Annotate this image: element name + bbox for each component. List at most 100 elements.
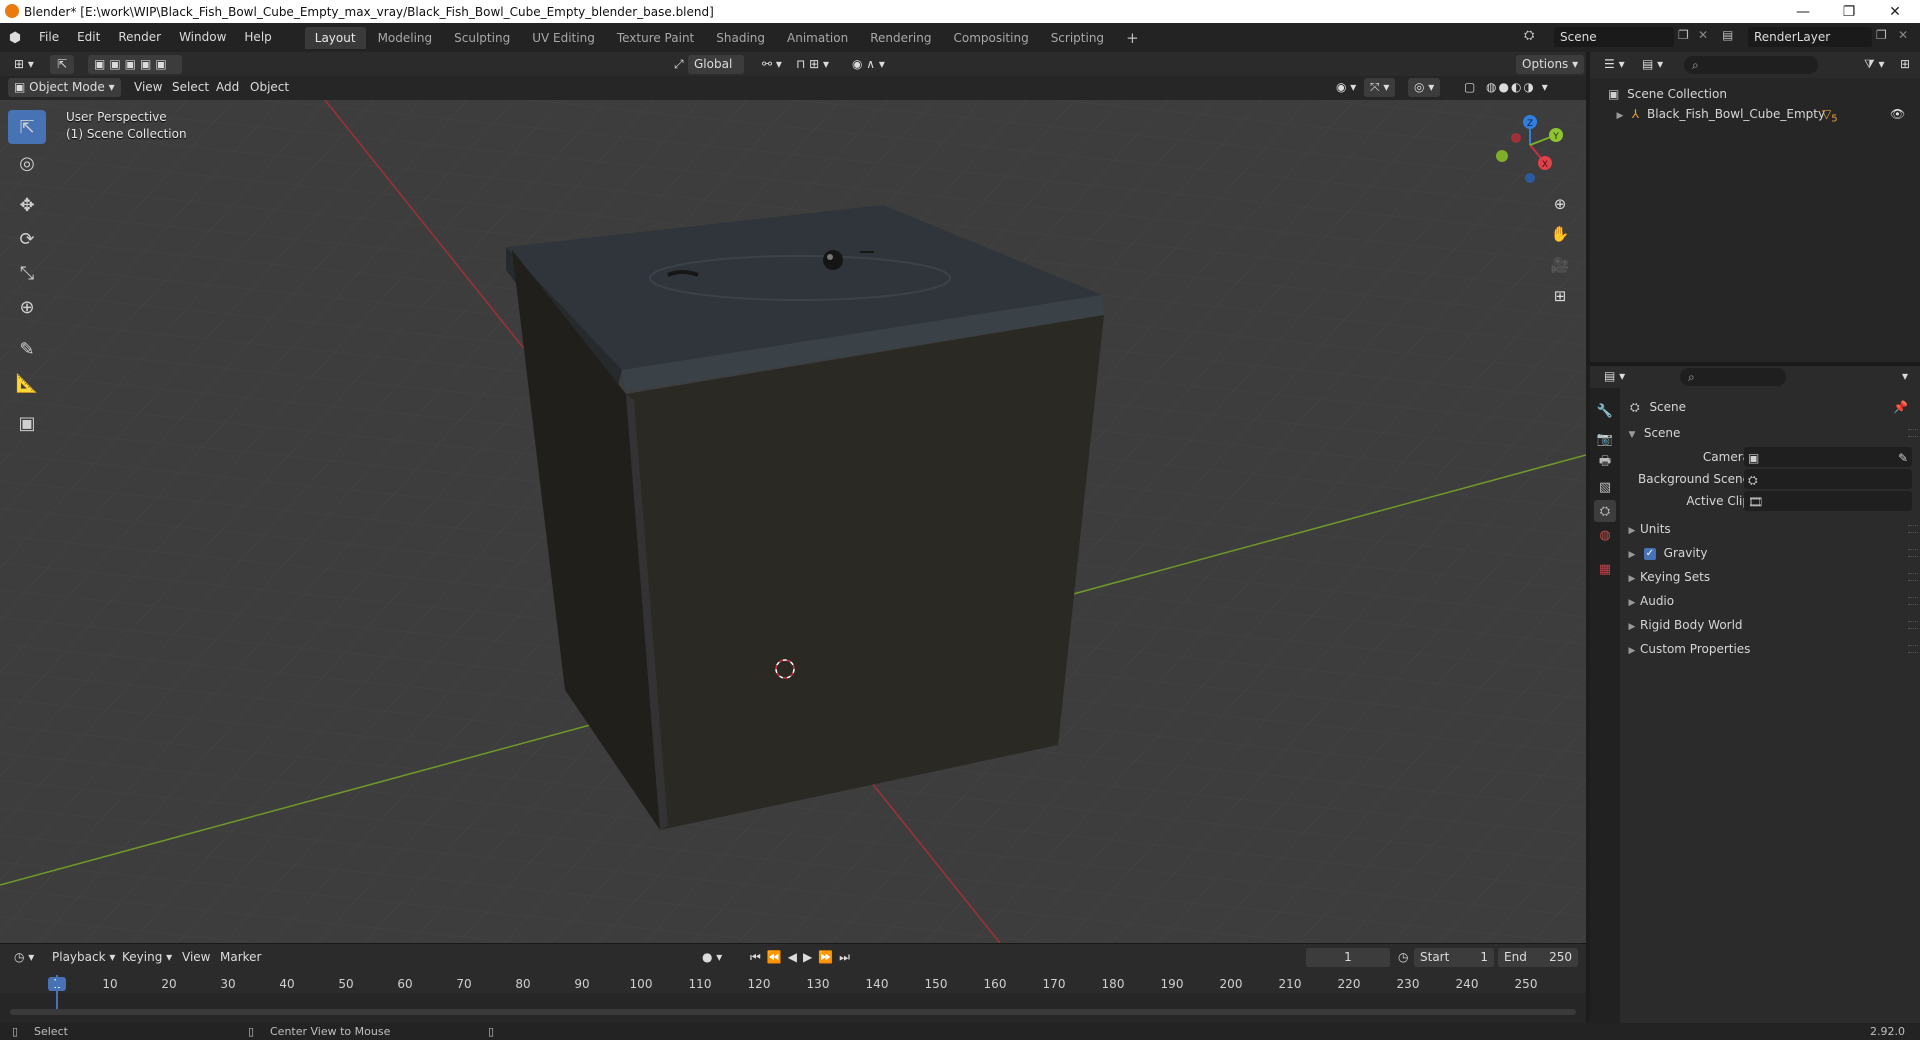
new-collection-icon[interactable]: ⊞ — [1894, 55, 1916, 74]
outliner[interactable]: ▣ Scene Collection ▶ ⅄ Black_Fish_Bowl_C… — [1590, 78, 1920, 362]
tab-modeling[interactable]: Modeling — [368, 27, 443, 49]
playback-controls-icons[interactable]: ⏮⏪◀▶⏩⏭ — [744, 948, 862, 967]
transform-icon[interactable]: ⊕ — [8, 290, 46, 324]
camera-view-icon[interactable]: 🎥 — [1546, 251, 1574, 279]
output-tab-icon[interactable]: 🖶 — [1594, 452, 1616, 474]
menu-timeline-view[interactable]: View — [176, 948, 216, 967]
outliner-row-empty[interactable]: ▶ ⅄ Black_Fish_Bowl_Cube_Empty ▽5 👁 — [1612, 104, 1912, 124]
panel-scene-header[interactable]: ▼ Scene — [1620, 422, 1920, 444]
current-frame-field[interactable]: 1 — [1306, 948, 1390, 967]
shading-mode-icons[interactable]: ◍●◐◑ ▾ — [1480, 78, 1556, 97]
frame-ruler[interactable]: 1102030405060708090100110120130140150160… — [0, 971, 1586, 993]
tab-texture-paint[interactable]: Texture Paint — [607, 27, 704, 49]
panel-keying-sets[interactable]: ▶ Keying Sets — [1620, 566, 1920, 588]
scene-selector[interactable]: Scene — [1554, 27, 1674, 47]
blender-menu-icon[interactable]: ⬢ — [0, 30, 30, 46]
menu-help[interactable]: Help — [235, 23, 280, 52]
proportional-edit-icon[interactable]: ◉ ∧ ▾ — [846, 55, 891, 74]
gizmo-toggle-icon[interactable]: ⤧ ▾ — [1364, 78, 1396, 97]
render-layer-selector[interactable]: RenderLayer — [1748, 27, 1872, 47]
object-name[interactable]: Black_Fish_Bowl_Cube_Empty — [1647, 107, 1825, 121]
object-mode-select[interactable]: ▣ Object Mode ▾ — [8, 78, 121, 97]
snap-icon[interactable]: ⊓ ⊞ ▾ — [790, 55, 835, 74]
menu-view[interactable]: View — [128, 78, 168, 97]
pin-icon[interactable]: 📌 — [1893, 396, 1908, 418]
editor-type-icon[interactable]: ⊞ ▾ — [8, 55, 40, 74]
start-frame-field[interactable]: Start 1 — [1414, 948, 1494, 967]
timeline-editor-icon[interactable]: ◷ ▾ — [8, 948, 40, 967]
properties-editor-icon[interactable]: ▤ ▾ — [1598, 367, 1631, 386]
visibility-icon[interactable]: ◉ ▾ — [1330, 78, 1362, 97]
scene-tab-icon[interactable]: ⛭ — [1594, 500, 1616, 522]
restore-button[interactable]: ❐ — [1826, 0, 1872, 23]
tab-layout[interactable]: Layout — [304, 26, 366, 49]
move-icon[interactable]: ✥ — [8, 188, 46, 222]
tab-sculpting[interactable]: Sculpting — [444, 27, 520, 49]
pan-hand-icon[interactable]: ✋ — [1546, 220, 1574, 248]
active-clip-field[interactable]: 🎞 — [1744, 491, 1912, 511]
panel-custom-properties[interactable]: ▶ Custom Properties — [1620, 638, 1920, 660]
tool-tab-icon[interactable]: 🔧 — [1594, 400, 1616, 422]
zoom-icon[interactable]: ⊕ — [1546, 190, 1574, 218]
filter-icon[interactable]: ⧩ ▾ — [1858, 55, 1891, 74]
expand-arrow-icon[interactable]: ▶ — [1612, 106, 1628, 126]
add-workspace-button[interactable]: + — [1116, 27, 1149, 49]
ortho-grid-icon[interactable]: ⊞ — [1546, 282, 1574, 310]
rotate-icon[interactable]: ⟳ — [8, 222, 46, 256]
delete-layer-icon[interactable]: ✕ — [1898, 28, 1908, 42]
add-cube-icon[interactable]: ▣ — [8, 406, 46, 440]
background-scene-field[interactable]: ⛭ — [1744, 469, 1912, 489]
render-layer-icon[interactable]: ▤ — [1722, 28, 1733, 42]
menu-add[interactable]: Add — [210, 78, 245, 97]
outliner-search-input[interactable]: ⌕ — [1684, 56, 1818, 74]
menu-object[interactable]: Object — [244, 78, 295, 97]
panel-gravity[interactable]: ▶ ✓ Gravity — [1620, 542, 1920, 564]
texture-tab-icon[interactable]: ▦ — [1594, 558, 1616, 580]
panel-rigid-body-world[interactable]: ▶ Rigid Body World — [1620, 614, 1920, 636]
tab-compositing[interactable]: Compositing — [943, 27, 1038, 49]
timeline-area[interactable]: 1102030405060708090100110120130140150160… — [0, 971, 1586, 1023]
options-button[interactable]: Options ▾ — [1516, 55, 1585, 74]
world-tab-icon[interactable]: ◍ — [1594, 524, 1616, 546]
tab-shading[interactable]: Shading — [706, 27, 775, 49]
new-layer-icon[interactable]: ❐ — [1876, 28, 1887, 42]
end-frame-field[interactable]: End 250 — [1498, 948, 1578, 967]
delete-scene-icon[interactable]: ✕ — [1698, 28, 1708, 42]
measure-icon[interactable]: 📐 — [8, 366, 46, 400]
cursor-icon[interactable]: ◎ — [8, 146, 46, 180]
close-button[interactable]: ✕ — [1872, 0, 1918, 23]
timeline-scrollbar[interactable] — [10, 1009, 1576, 1015]
tab-uv-editing[interactable]: UV Editing — [522, 27, 605, 49]
properties-search-input[interactable]: ⌕ — [1680, 368, 1786, 386]
select-tool-icon[interactable]: ⇱ — [50, 55, 74, 74]
menu-marker[interactable]: Marker — [214, 948, 267, 967]
xray-icon[interactable]: ▢ — [1458, 78, 1481, 97]
scene-type-icon[interactable]: ⛭ — [1524, 28, 1534, 43]
tab-animation[interactable]: Animation — [777, 27, 858, 49]
orientation-icon[interactable]: ⤢ — [668, 55, 690, 74]
transform-orientation-select[interactable]: Global — [688, 55, 744, 74]
properties-options-icon[interactable]: ▾ — [1896, 367, 1914, 386]
menu-file[interactable]: File — [30, 23, 68, 52]
select-box-icon[interactable]: ⇱ — [8, 110, 46, 144]
minimize-button[interactable]: — — [1780, 0, 1826, 23]
pivot-icon[interactable]: ⚯ ▾ — [756, 55, 788, 74]
menu-playback[interactable]: Playback ▾ — [46, 948, 121, 967]
annotate-icon[interactable]: ✎ — [8, 332, 46, 366]
gravity-checkbox[interactable]: ✓ — [1643, 547, 1656, 560]
display-mode-icon[interactable]: ▤ ▾ — [1636, 55, 1669, 74]
outliner-editor-icon[interactable]: ☰ ▾ — [1598, 55, 1631, 74]
panel-units[interactable]: ▶ Units — [1620, 518, 1920, 540]
menu-render[interactable]: Render — [109, 23, 170, 52]
camera-field[interactable]: ▣ ✎ — [1744, 447, 1912, 467]
new-scene-icon[interactable]: ❐ — [1678, 28, 1689, 42]
selection-mode-icons[interactable]: ▣▣▣▣▣ — [88, 55, 182, 74]
clock-icon[interactable]: ◷ — [1392, 948, 1414, 967]
view-layer-tab-icon[interactable]: ▧ — [1594, 476, 1616, 498]
tab-scripting[interactable]: Scripting — [1041, 27, 1114, 49]
tab-rendering[interactable]: Rendering — [860, 27, 941, 49]
panel-audio[interactable]: ▶ Audio — [1620, 590, 1920, 612]
record-icon[interactable]: ● ▾ — [696, 948, 728, 967]
menu-select[interactable]: Select — [166, 78, 215, 97]
menu-window[interactable]: Window — [170, 23, 235, 52]
